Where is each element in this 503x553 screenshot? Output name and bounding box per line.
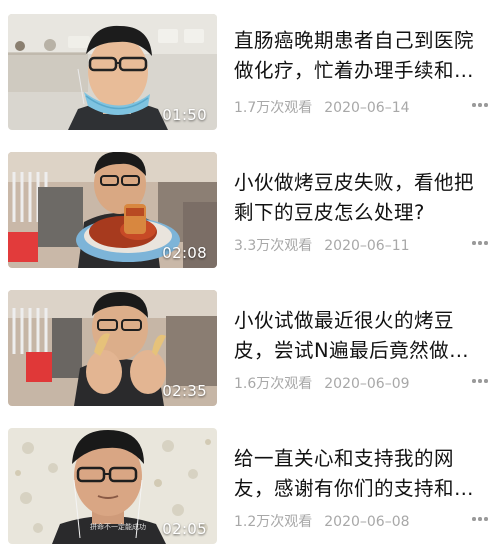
video-duration: 01:50 [162,106,207,124]
video-meta: 1.6万次观看 2020–06–09 [234,373,410,393]
video-list-item[interactable]: 01:50 直肠癌晚期患者自己到医院做化疗，忙着办理手续和… 1.7万次观看 20… [0,14,503,132]
video-duration: 02:08 [162,244,207,262]
video-title[interactable]: 小伙做烤豆皮失败，看他把剩下的豆皮怎么处理? [234,168,489,228]
video-thumbnail[interactable]: 02:35 [8,290,217,406]
video-list-item[interactable]: 02:35 小伙试做最近很火的烤豆皮，尝试N遍最后竟然做… 1.6万次观看 202… [0,290,503,408]
view-count: 1.2万次观看 [234,514,313,530]
video-duration: 02:05 [162,520,207,538]
video-thumbnail[interactable]: 02:08 [8,152,217,268]
video-meta: 1.7万次观看 2020–06–14 [234,97,410,117]
publish-date: 2020–06–11 [324,238,410,254]
video-title[interactable]: 直肠癌晚期患者自己到医院做化疗，忙着办理手续和… [234,26,489,86]
video-title[interactable]: 给一直关心和支持我的网友，感谢有你们的支持和… [234,444,489,504]
video-meta: 3.3万次观看 2020–06–11 [234,235,410,255]
video-list-item[interactable]: 拼命不一定能成功 02:05 给一直关心和支持我的网友，感谢有你们的支持和… 1… [0,428,503,546]
video-meta: 1.2万次观看 2020–06–08 [234,511,410,531]
more-horizontal-icon[interactable] [471,376,489,386]
video-list-item[interactable]: 02:08 小伙做烤豆皮失败，看他把剩下的豆皮怎么处理? 3.3万次观看 2020… [0,152,503,270]
publish-date: 2020–06–14 [324,100,410,116]
view-count: 1.6万次观看 [234,376,313,392]
video-title[interactable]: 小伙试做最近很火的烤豆皮，尝试N遍最后竟然做… [234,306,489,366]
video-thumbnail[interactable]: 01:50 [8,14,217,130]
more-horizontal-icon[interactable] [471,514,489,524]
video-duration: 02:35 [162,382,207,400]
more-horizontal-icon[interactable] [471,238,489,248]
view-count: 1.7万次观看 [234,100,313,116]
more-horizontal-icon[interactable] [471,100,489,110]
view-count: 3.3万次观看 [234,238,313,254]
video-subtitle-caption: 拼命不一定能成功 [90,523,146,531]
video-thumbnail[interactable]: 拼命不一定能成功 02:05 [8,428,217,544]
publish-date: 2020–06–09 [324,376,410,392]
video-list: 01:50 直肠癌晚期患者自己到医院做化疗，忙着办理手续和… 1.7万次观看 20… [0,0,503,553]
publish-date: 2020–06–08 [324,514,410,530]
